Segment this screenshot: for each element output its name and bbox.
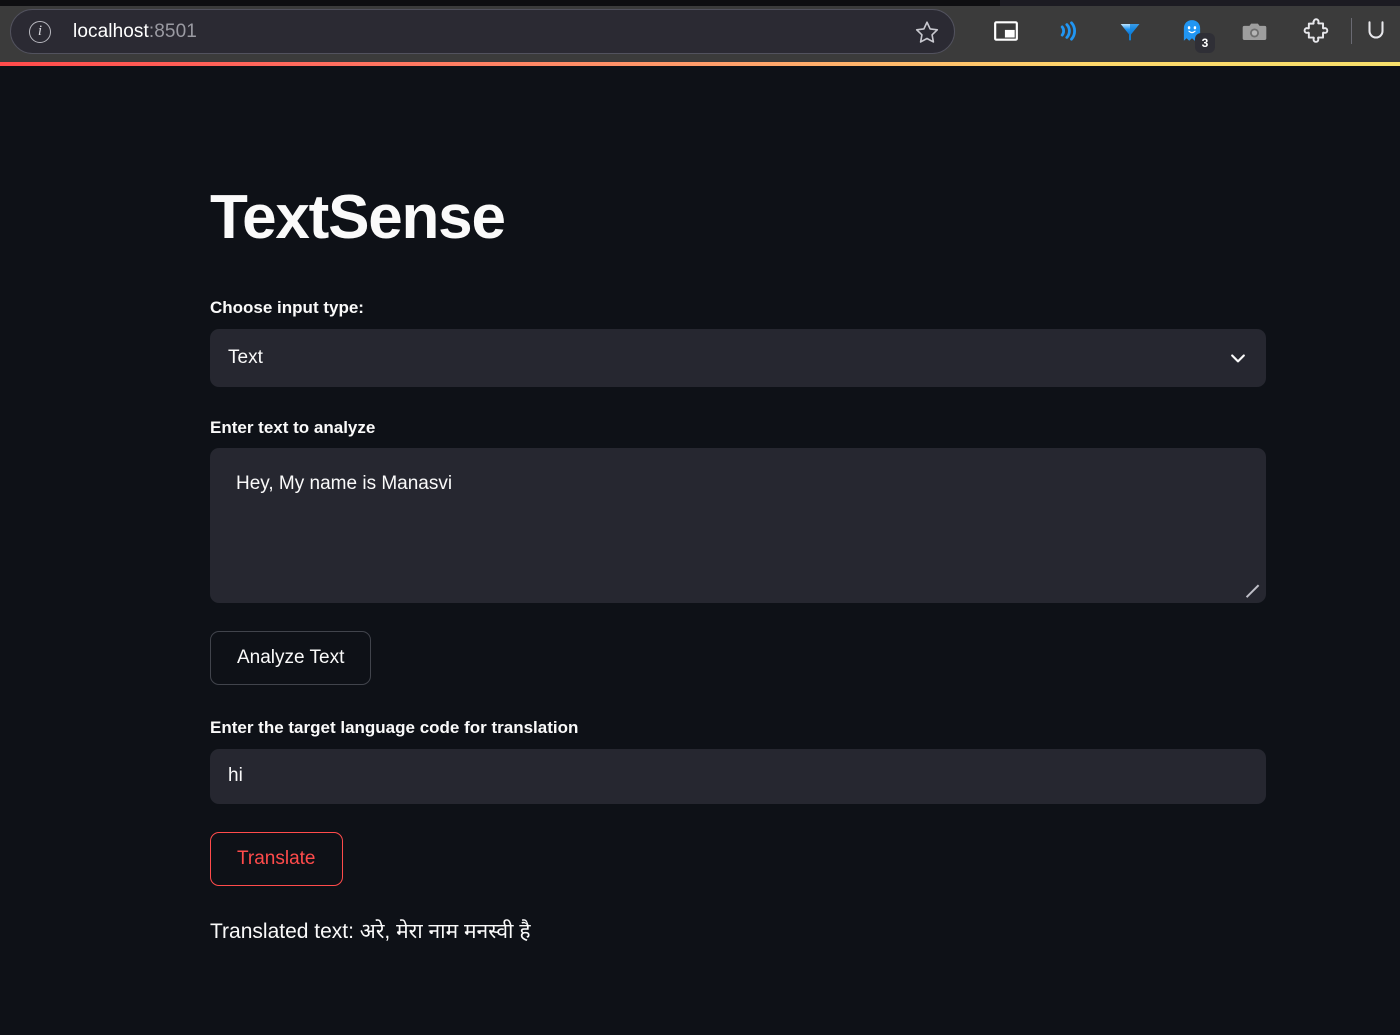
page-title: TextSense [210, 183, 506, 252]
analyze-text-field: Enter text to analyze Hey, My name is Ma… [210, 415, 1266, 604]
ghost-extension-badge: 3 [1195, 33, 1215, 53]
sound-waves-icon[interactable] [1037, 0, 1099, 62]
toolbar-divider [1351, 18, 1352, 44]
analyze-text-input[interactable]: Hey, My name is Manasvi [210, 448, 1266, 604]
extensions-puzzle-icon[interactable] [1285, 0, 1347, 62]
account-icon[interactable] [1356, 0, 1396, 62]
main-block-container: TextSense Choose input type: Text Enter … [210, 182, 1266, 947]
input-type-selected-value: Text [228, 346, 263, 368]
analyze-text-value: Hey, My name is Manasvi [236, 473, 453, 495]
camera-icon[interactable] [1223, 0, 1285, 62]
input-type-field: Choose input type: Text [210, 295, 1266, 387]
star-icon[interactable] [912, 17, 942, 47]
analyze-text-button[interactable]: Analyze Text [210, 631, 372, 686]
resize-grip-icon[interactable] [1246, 584, 1262, 600]
url-port: :8501 [148, 20, 197, 42]
translated-text-result: Translated text: अरे, मेरा नाम मनस्वी है [210, 919, 531, 943]
browser-toolbar-icons: 3 [975, 0, 1396, 62]
url-text: localhost:8501 [73, 21, 197, 43]
chevron-down-icon[interactable] [1228, 348, 1248, 368]
info-circle-icon[interactable]: i [29, 20, 51, 43]
translate-button[interactable]: Translate [210, 831, 343, 886]
browser-chrome: i localhost:8501 3 [0, 0, 1400, 62]
url-host: localhost [73, 20, 149, 42]
target-language-value: hi [228, 765, 243, 787]
input-type-select[interactable]: Text [210, 328, 1266, 387]
analyze-text-label: Enter text to analyze [210, 417, 376, 437]
input-type-label: Choose input type: [210, 298, 364, 318]
streamlit-app: TextSense Choose input type: Text Enter … [0, 66, 1400, 1035]
target-language-input[interactable]: hi [210, 748, 1266, 804]
url-bar[interactable]: i localhost:8501 [10, 9, 955, 54]
ghost-extension-icon[interactable]: 3 [1161, 0, 1223, 62]
gem-icon[interactable] [1099, 0, 1161, 62]
target-language-field: Enter the target language code for trans… [210, 715, 1266, 804]
target-language-label: Enter the target language code for trans… [210, 718, 579, 738]
picture-in-picture-icon[interactable] [975, 0, 1037, 62]
